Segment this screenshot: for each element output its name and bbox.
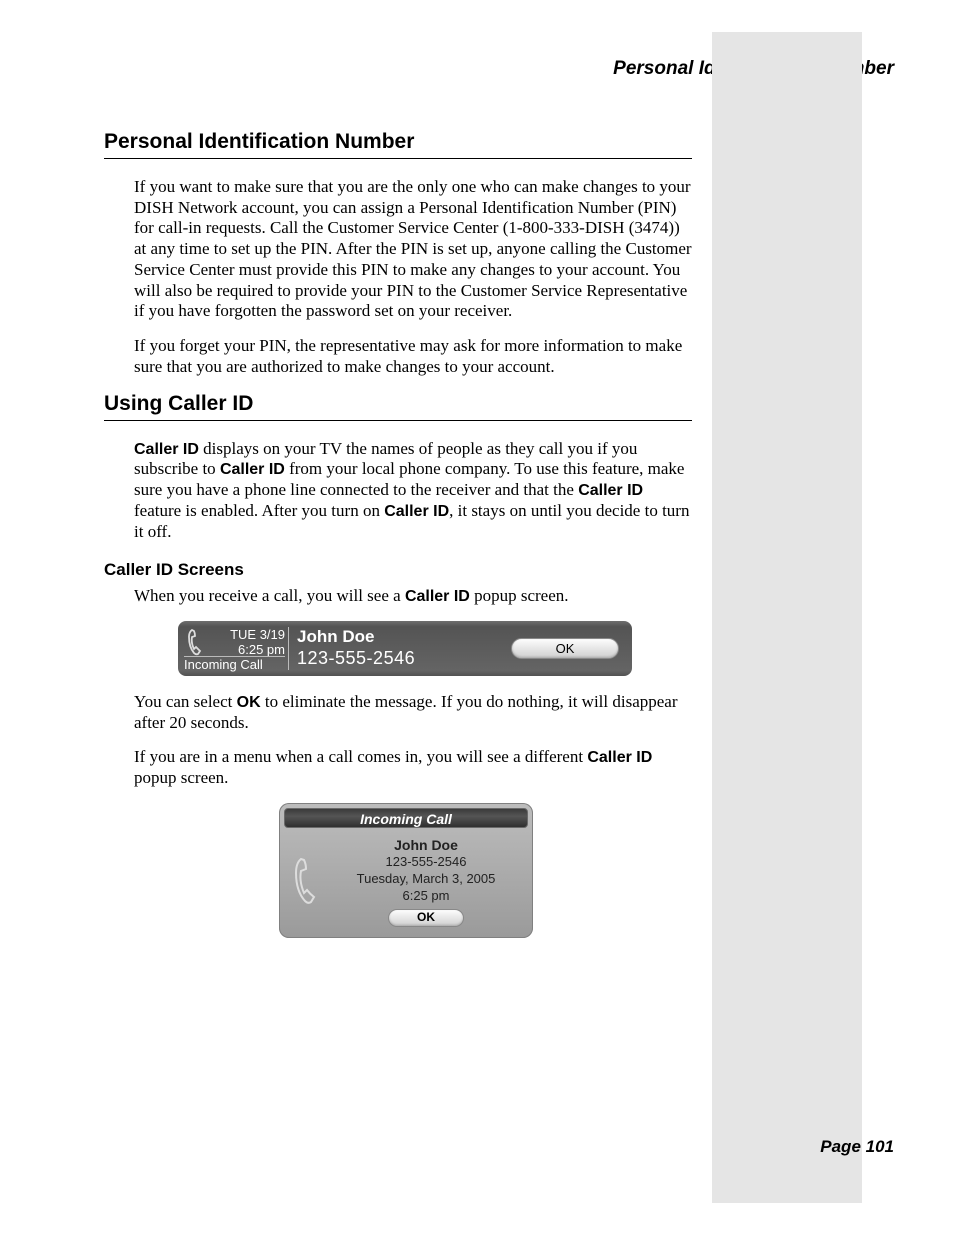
popup-bar-time: 6:25 pm [238, 642, 285, 657]
popup-bar-caller-name: John Doe [297, 627, 504, 647]
screens-p1: When you receive a call, you will see a … [134, 586, 692, 607]
callerid-bold-4: Caller ID [384, 503, 449, 520]
section-heading-caller-id: Using Caller ID [104, 392, 692, 421]
callerid-popup-card: Incoming Call John Doe 123-555-2546 Tues… [279, 803, 533, 938]
section-heading-pin: Personal Identification Number [104, 130, 692, 159]
page-number: Page 101 [820, 1137, 894, 1157]
popup-card-date: Tuesday, March 3, 2005 [328, 871, 524, 888]
callerid-bold-3: Caller ID [578, 482, 643, 499]
popup-bar-caller-number: 123-555-2546 [297, 648, 504, 669]
screens-p2-bold: OK [237, 694, 261, 711]
callerid-popup-bar: TUE 3/19 6:25 pm Incoming Call John Doe … [178, 621, 632, 676]
popup-card-info: John Doe 123-555-2546 Tuesday, March 3, … [328, 836, 524, 927]
popup-card-caller-number: 123-555-2546 [328, 854, 524, 871]
screens-p2: You can select OK to eliminate the messa… [134, 692, 692, 733]
popup-bar-date: TUE 3/19 [230, 627, 285, 642]
callerid-bold-1: Caller ID [134, 441, 199, 458]
callerid-bold-2: Caller ID [220, 461, 285, 478]
pin-paragraph-2: If you forget your PIN, the representati… [134, 336, 692, 377]
screens-p1-bold: Caller ID [405, 588, 470, 605]
popup-card-title: Incoming Call [284, 808, 528, 828]
popup-bar-caller-info: John Doe 123-555-2546 [289, 625, 504, 672]
popup-bar-ok-button[interactable]: OK [511, 638, 619, 659]
callerid-intro: Caller ID displays on your TV the names … [134, 439, 692, 543]
popup-bar-left: TUE 3/19 6:25 pm Incoming Call [184, 625, 288, 672]
pin-paragraph-1: If you want to make sure that you are th… [134, 177, 692, 322]
popup-card-caller-name: John Doe [328, 836, 524, 854]
phone-icon [288, 855, 324, 907]
screens-p3-bold: Caller ID [587, 749, 652, 766]
popup-card-time: 6:25 pm [328, 888, 524, 905]
subsection-heading-screens: Caller ID Screens [104, 560, 692, 580]
phone-icon [186, 627, 208, 662]
margin-sidebar [712, 32, 862, 1203]
popup-card-ok-button[interactable]: OK [388, 909, 464, 927]
screens-p3: If you are in a menu when a call comes i… [134, 747, 692, 788]
